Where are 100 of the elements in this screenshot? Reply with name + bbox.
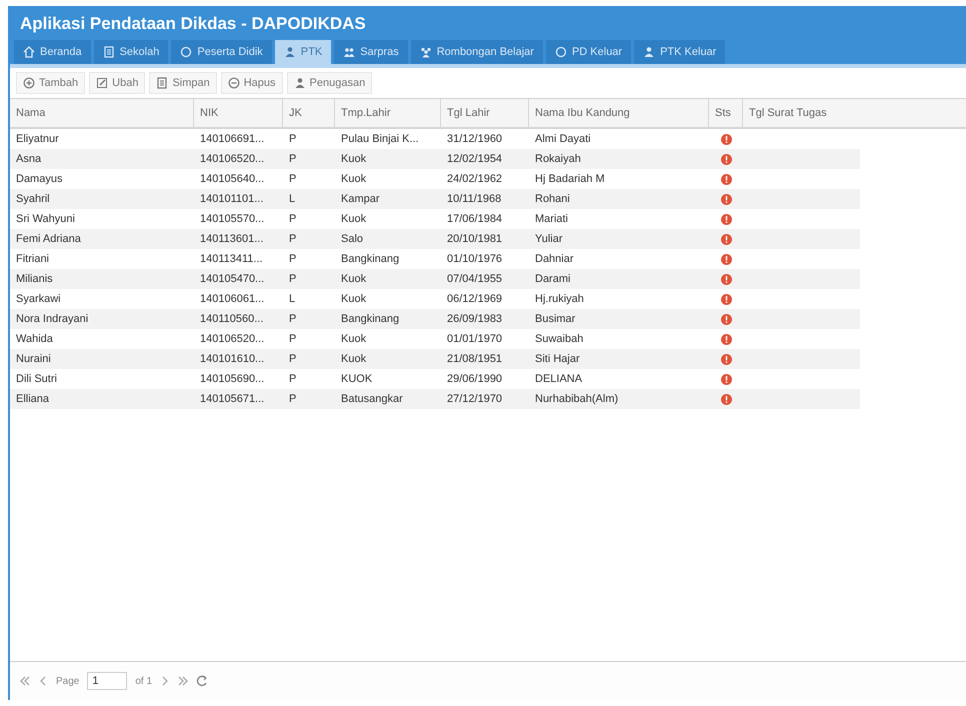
- warning-icon: [720, 394, 732, 404]
- table-cell-text: Kuok: [340, 293, 368, 305]
- document-icon: [156, 77, 168, 89]
- column-header[interactable]: Sts: [709, 99, 743, 127]
- nav-tab[interactable]: Beranda: [14, 40, 91, 64]
- table-cell-text: P: [288, 393, 298, 405]
- page-label: Page: [56, 676, 80, 686]
- nav-tab[interactable]: PD Keluar: [546, 40, 632, 64]
- table-cell-text: Dili Sutri: [15, 373, 58, 385]
- warning-icon: [720, 274, 732, 284]
- table-cell-text: Kuok: [340, 153, 368, 165]
- table-cell-text: 21/08/1951: [446, 353, 504, 365]
- table-cell-text: Fitriani: [15, 253, 50, 265]
- warning-icon: [720, 314, 732, 324]
- column-header[interactable]: Tgl Lahir: [441, 99, 529, 127]
- table-cell-text: Damayus: [15, 173, 64, 185]
- table-cell-text: Mariati: [534, 213, 570, 225]
- people-icon: [343, 46, 356, 58]
- table-cell-text: 140113601...: [199, 233, 264, 245]
- table-cell-text: Eliyatnur: [15, 133, 60, 145]
- warning-icon: [720, 194, 732, 204]
- nav-tab[interactable]: PTK: [274, 40, 332, 64]
- edit-icon: [96, 77, 108, 89]
- table-cell-text: 27/12/1970: [446, 393, 504, 405]
- table-cell-text: P: [288, 213, 298, 225]
- table-cell-text: Syahril: [15, 193, 51, 205]
- warning-icon: [720, 254, 732, 264]
- table-cell-text: 140105470...: [199, 273, 266, 285]
- column-header[interactable]: Tgl Surat Tugas: [743, 99, 966, 127]
- table-cell-text: Almi Dayati: [534, 133, 592, 145]
- column-header[interactable]: Nama: [10, 99, 194, 127]
- nav-tab[interactable]: Sekolah: [94, 40, 168, 64]
- nav-tab[interactable]: PTK Keluar: [634, 40, 726, 64]
- table-cell-text: Hj Badariah M: [534, 173, 606, 185]
- table-cell-text: Kuok: [340, 333, 368, 345]
- table-cell-text: 29/06/1990: [446, 373, 504, 385]
- table-cell-text: Asna: [15, 153, 42, 165]
- table-cell-text: Nora Indrayani: [15, 313, 90, 325]
- person-icon: [284, 46, 296, 58]
- column-header[interactable]: Tmp.Lahir: [335, 99, 441, 127]
- toolbar-button[interactable]: Ubah: [89, 72, 146, 94]
- person-icon: [294, 77, 306, 89]
- table-cell-text: 17/06/1984: [446, 213, 504, 225]
- warning-icon: [720, 354, 732, 364]
- table-cell-text: Milianis: [15, 273, 54, 285]
- last-page-icon[interactable]: [178, 676, 188, 686]
- table-cell-text: 140105671...: [199, 393, 266, 405]
- warning-icon: [720, 214, 732, 224]
- table-cell-text: Nuraini: [15, 353, 52, 365]
- table-cell-text: Sri Wahyuni: [15, 213, 76, 225]
- table-cell-text: P: [288, 333, 298, 345]
- table-cell-text: Kuok: [340, 273, 368, 285]
- page-input[interactable]: 1: [87, 672, 128, 690]
- warning-icon: [720, 294, 732, 304]
- nav-tab[interactable]: Sarpras: [334, 40, 408, 64]
- table-cell-text: 01/10/1976: [446, 253, 504, 265]
- table-cell-text: P: [288, 173, 298, 185]
- group-icon: [420, 46, 432, 58]
- table-cell-text: 140106691...: [199, 133, 266, 145]
- table-cell-text: P: [288, 313, 298, 325]
- refresh-icon[interactable]: [196, 675, 208, 687]
- first-page-icon[interactable]: [20, 676, 30, 686]
- column-header[interactable]: NIK: [194, 99, 283, 127]
- warning-icon: [720, 234, 732, 244]
- table-cell-text: Femi Adriana: [15, 233, 82, 245]
- nav-tab[interactable]: Peserta Didik: [171, 40, 272, 64]
- table-cell-text: P: [288, 233, 298, 245]
- table-cell-text: Nurhabibah(Alm): [534, 393, 620, 405]
- table-cell-text: P: [288, 153, 298, 165]
- warning-icon: [720, 174, 732, 184]
- column-header[interactable]: JK: [283, 99, 335, 127]
- table-cell-text: 140106520...: [199, 153, 266, 165]
- toolbar-button[interactable]: Hapus: [220, 72, 283, 94]
- table-cell-text: Rohani: [534, 193, 571, 205]
- nav-tab[interactable]: Rombongan Belajar: [410, 40, 543, 64]
- circle-icon: [554, 46, 567, 58]
- table-cell-text: 140101610...: [199, 353, 266, 365]
- toolbar-button[interactable]: Tambah: [16, 72, 86, 94]
- table-cell-text: Kampar: [340, 193, 381, 205]
- table-cell-text: Kuok: [340, 213, 368, 225]
- table-cell-text: 140106520...: [199, 333, 266, 345]
- warning-icon: [720, 374, 732, 384]
- remove-icon: [228, 77, 240, 89]
- app-title: Aplikasi Pendataan Dikdas - DAPODIKDAS: [19, 13, 367, 35]
- table-cell-text: 140110560...: [199, 313, 264, 325]
- table-cell-text: L: [288, 193, 296, 205]
- table-cell-text: 20/10/1981: [446, 233, 504, 245]
- next-page-icon[interactable]: [160, 676, 170, 686]
- table-cell-text: Pulau Binjai K...: [340, 133, 420, 145]
- home-icon: [23, 46, 35, 58]
- table-cell-text: 140105690...: [199, 373, 266, 385]
- table-cell-text: 01/01/1970: [446, 333, 504, 345]
- circle-icon: [180, 46, 192, 58]
- table-cell-text: 31/12/1960: [446, 133, 504, 145]
- previous-page-icon[interactable]: [38, 676, 48, 686]
- column-header[interactable]: Nama Ibu Kandung: [529, 99, 709, 127]
- table-cell-text: P: [288, 373, 298, 385]
- table-cell-text: Syarkawi: [15, 293, 62, 305]
- toolbar-button[interactable]: Simpan: [149, 72, 217, 94]
- toolbar-button[interactable]: Penugasan: [286, 72, 372, 94]
